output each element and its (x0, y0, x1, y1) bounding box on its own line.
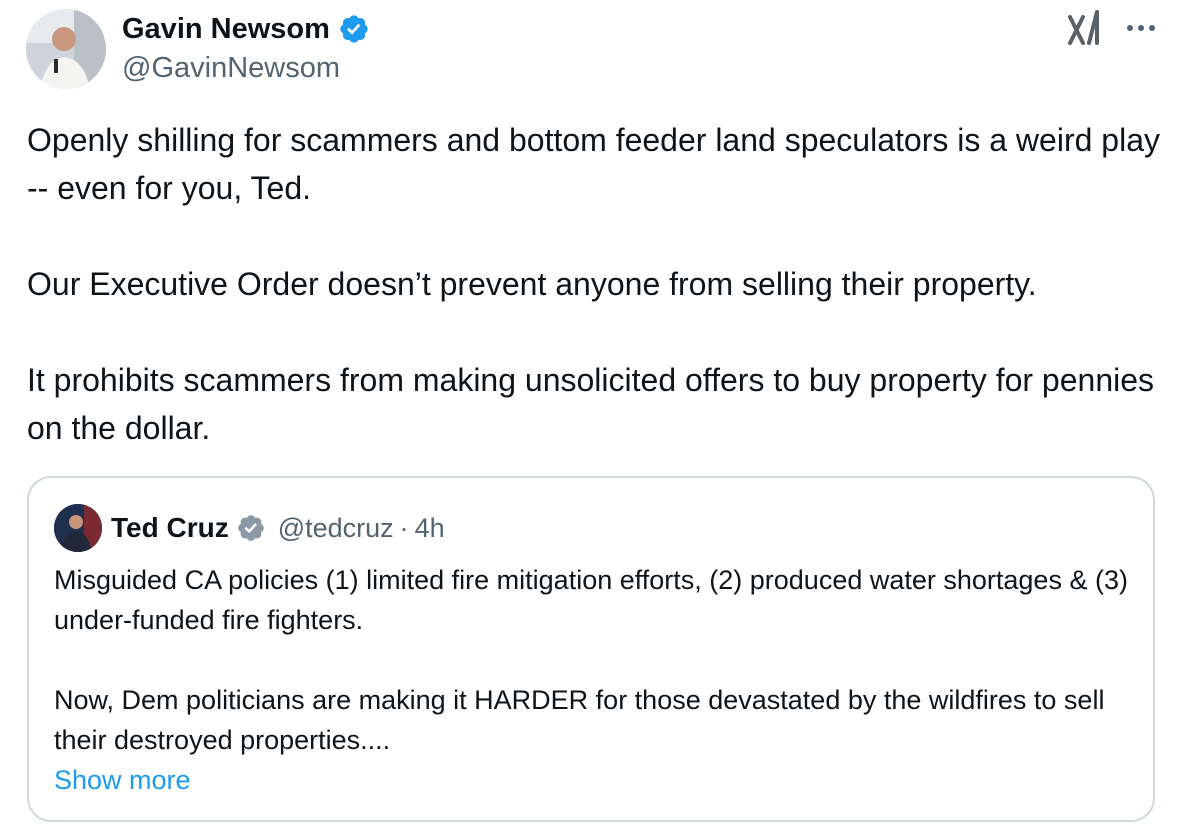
tweet-paragraph: Our Executive Order doesn’t prevent anyo… (27, 266, 1037, 302)
quoted-author-avatar[interactable] (54, 504, 102, 552)
more-options-icon[interactable] (1121, 12, 1161, 42)
quoted-author-name[interactable]: Ted Cruz (111, 512, 229, 544)
tweet-paragraph: It prohibits scammers from making unsoli… (27, 362, 1155, 446)
author-name-text: Gavin Newsom (122, 13, 330, 45)
quoted-paragraph: Misguided CA policies (1) limited fire m… (54, 565, 1128, 635)
verified-badge-icon (340, 15, 368, 43)
quoted-author-handle[interactable]: @tedcruz (278, 513, 394, 544)
author-name[interactable]: Gavin Newsom (122, 11, 370, 47)
quoted-body: Misguided CA policies (1) limited fire m… (54, 560, 1134, 760)
verified-badge-icon (237, 515, 264, 541)
author-handle[interactable]: @GavinNewsom (122, 51, 340, 85)
tweet-paragraph: Openly shilling for scammers and bottom … (27, 122, 1160, 206)
quoted-avatar-photo (54, 504, 102, 552)
quoted-timestamp[interactable]: 4h (415, 513, 445, 544)
x-logo-icon[interactable] (1067, 9, 1105, 45)
avatar-photo (26, 9, 106, 89)
quoted-header: Ted Cruz @tedcruz · 4h (111, 508, 445, 548)
quoted-paragraph: Now, Dem politicians are making it HARDE… (54, 685, 1105, 755)
show-more-link[interactable]: Show more (54, 760, 191, 800)
author-avatar[interactable] (26, 9, 106, 89)
dot-separator: · (399, 512, 409, 543)
tweet-body: Openly shilling for scammers and bottom … (27, 116, 1167, 452)
quoted-tweet-card[interactable]: Ted Cruz @tedcruz · 4h Misguided CA poli… (27, 476, 1155, 822)
